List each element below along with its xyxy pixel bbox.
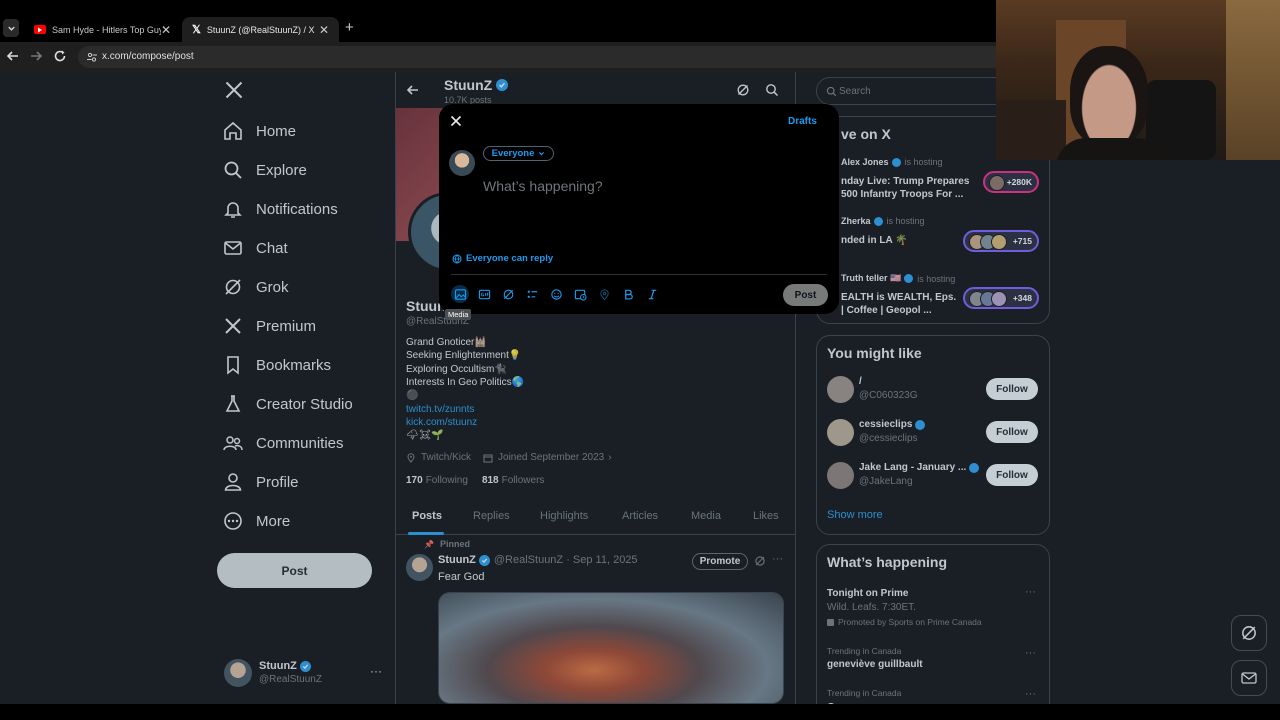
webcam-right-wall	[1226, 0, 1280, 160]
reply-settings[interactable]: Everyone can reply	[466, 253, 553, 264]
webcam-person-body	[1056, 138, 1166, 160]
address-bar[interactable]: x.com/compose/post	[78, 46, 1008, 68]
compose-textarea[interactable]: What’s happening?	[483, 178, 823, 238]
audience-selector[interactable]: Everyone	[483, 146, 554, 161]
close-icon[interactable]	[450, 115, 462, 127]
compose-avatar	[449, 150, 475, 176]
media-icon[interactable]	[451, 285, 469, 303]
compose-post-button[interactable]: Post	[783, 284, 828, 306]
webcam-person-head	[1070, 46, 1148, 146]
gif-icon[interactable]	[475, 285, 493, 303]
audience-label: Everyone	[491, 148, 535, 159]
back-arrow-icon[interactable]	[6, 49, 20, 63]
grok-icon[interactable]	[499, 285, 517, 303]
emoji-icon[interactable]	[547, 285, 565, 303]
tooltip-label: Media	[448, 310, 469, 319]
compose-modal: Drafts Everyone What’s happening? Everyo…	[439, 104, 839, 314]
italic-icon[interactable]	[643, 285, 661, 303]
poll-icon[interactable]	[523, 285, 541, 303]
taskbar-strip	[0, 704, 1280, 720]
webcam-overlay	[996, 0, 1280, 160]
webcam-shelf	[996, 100, 1066, 160]
new-tab-icon[interactable]: +	[345, 19, 354, 36]
compose-divider	[451, 274, 827, 275]
forward-arrow-icon[interactable]	[29, 49, 43, 63]
youtube-icon	[34, 25, 46, 34]
compose-placeholder: What’s happening?	[483, 178, 603, 194]
chevron-down-icon	[538, 150, 545, 157]
compose-post-label: Post	[794, 289, 817, 301]
browser-tab-x[interactable]: 𝕏 StuunZ (@RealStuunZ) / X ✕	[182, 17, 339, 42]
schedule-icon[interactable]	[571, 285, 589, 303]
reload-icon[interactable]	[53, 49, 67, 63]
tab-list-dropdown-icon[interactable]	[3, 19, 19, 37]
tab-title: StuunZ (@RealStuunZ) / X	[206, 24, 315, 35]
site-info-icon[interactable]	[86, 51, 98, 63]
url-text[interactable]: x.com/compose/post	[102, 51, 194, 62]
close-tab-icon[interactable]: ✕	[161, 23, 171, 37]
bold-icon[interactable]	[619, 285, 637, 303]
globe-icon	[452, 254, 462, 264]
browser-tab-youtube[interactable]: Sam Hyde - Hitlers Top Guy - Y ✕	[24, 17, 181, 42]
tab-title: Sam Hyde - Hitlers Top Guy - Y	[52, 24, 161, 35]
media-tooltip: Media	[445, 309, 472, 320]
location-icon[interactable]	[595, 285, 613, 303]
close-tab-icon[interactable]: ✕	[319, 23, 329, 37]
x-logo-icon: 𝕏	[192, 24, 201, 36]
drafts-link[interactable]: Drafts	[788, 116, 817, 127]
